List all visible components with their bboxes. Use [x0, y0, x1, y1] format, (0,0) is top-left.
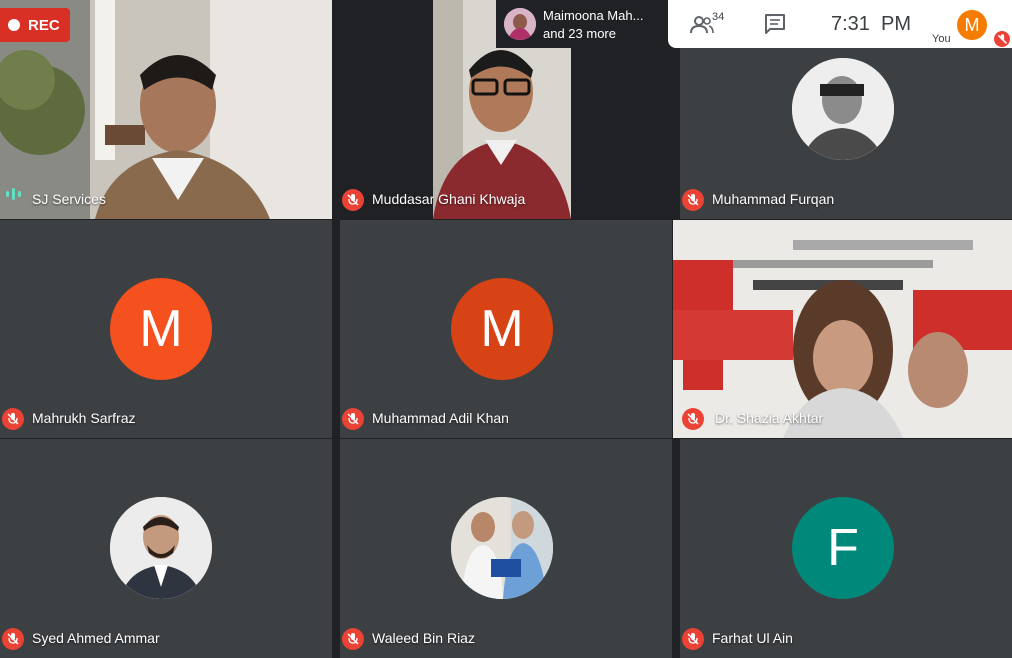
participant-name: Muhammad Adil Khan	[372, 410, 509, 426]
people-icon	[690, 15, 714, 40]
participant-name: SJ Services	[32, 191, 106, 207]
avatar: M	[110, 278, 212, 380]
avatar: M	[451, 278, 553, 380]
top-toolbar: 34 7:31 PM	[668, 0, 930, 48]
mic-off-icon	[994, 31, 1010, 47]
mic-off-icon	[682, 628, 704, 650]
video-tile-mahrukh[interactable]: M Mahrukh Sarfraz	[0, 220, 332, 438]
participant-name: Muhammad Furqan	[712, 191, 835, 207]
video-tile-adil[interactable]: M Muhammad Adil Khan	[340, 220, 672, 438]
self-avatar: M	[957, 10, 987, 40]
recording-badge: REC	[0, 8, 70, 42]
mic-off-icon	[342, 189, 364, 211]
self-view[interactable]: M You	[930, 0, 1012, 48]
avatar	[792, 58, 894, 160]
avatar	[504, 8, 536, 40]
chat-icon	[764, 14, 786, 39]
participant-name: Dr. Shazia Akhtar	[715, 410, 824, 426]
participants-overflow[interactable]: Maimoona Mah... and 23 more	[496, 0, 666, 48]
avatar: F	[792, 497, 894, 599]
chat-button[interactable]	[764, 13, 786, 40]
participant-count: 34	[712, 11, 725, 23]
clock-time: 7:31 PM	[831, 13, 912, 35]
video-tile-sj-services[interactable]: SJ Services REC	[0, 0, 332, 219]
recording-label: REC	[28, 16, 60, 34]
audio-active-icon	[6, 187, 22, 205]
overflow-line2: and 23 more	[543, 26, 616, 41]
participant-name: Waleed Bin Riaz	[372, 630, 475, 646]
mic-off-icon	[2, 628, 24, 650]
mic-off-icon	[2, 408, 24, 430]
avatar	[110, 497, 212, 599]
mic-off-icon	[682, 189, 704, 211]
mic-off-icon	[342, 628, 364, 650]
participant-video	[673, 220, 1012, 438]
participant-name: Muddasar Ghani Khwaja	[372, 191, 526, 207]
recording-dot-icon	[8, 19, 20, 31]
video-tile-farhat[interactable]: F Farhat Ul Ain	[680, 439, 1012, 658]
people-button[interactable]: 34	[690, 11, 730, 40]
self-label: You	[932, 33, 951, 45]
mic-off-icon	[342, 408, 364, 430]
participant-name: Mahrukh Sarfraz	[32, 410, 136, 426]
video-tile-shazia[interactable]: Dr. Shazia Akhtar	[673, 220, 1012, 438]
overflow-line1: Maimoona Mah...	[543, 8, 644, 23]
avatar	[451, 497, 553, 599]
mic-off-icon	[682, 408, 704, 430]
participant-name: Syed Ahmed Ammar	[32, 630, 160, 646]
video-tile-waleed[interactable]: Waleed Bin Riaz	[340, 439, 672, 658]
video-tile-syed[interactable]: Syed Ahmed Ammar	[0, 439, 332, 658]
participant-name: Farhat Ul Ain	[712, 630, 793, 646]
